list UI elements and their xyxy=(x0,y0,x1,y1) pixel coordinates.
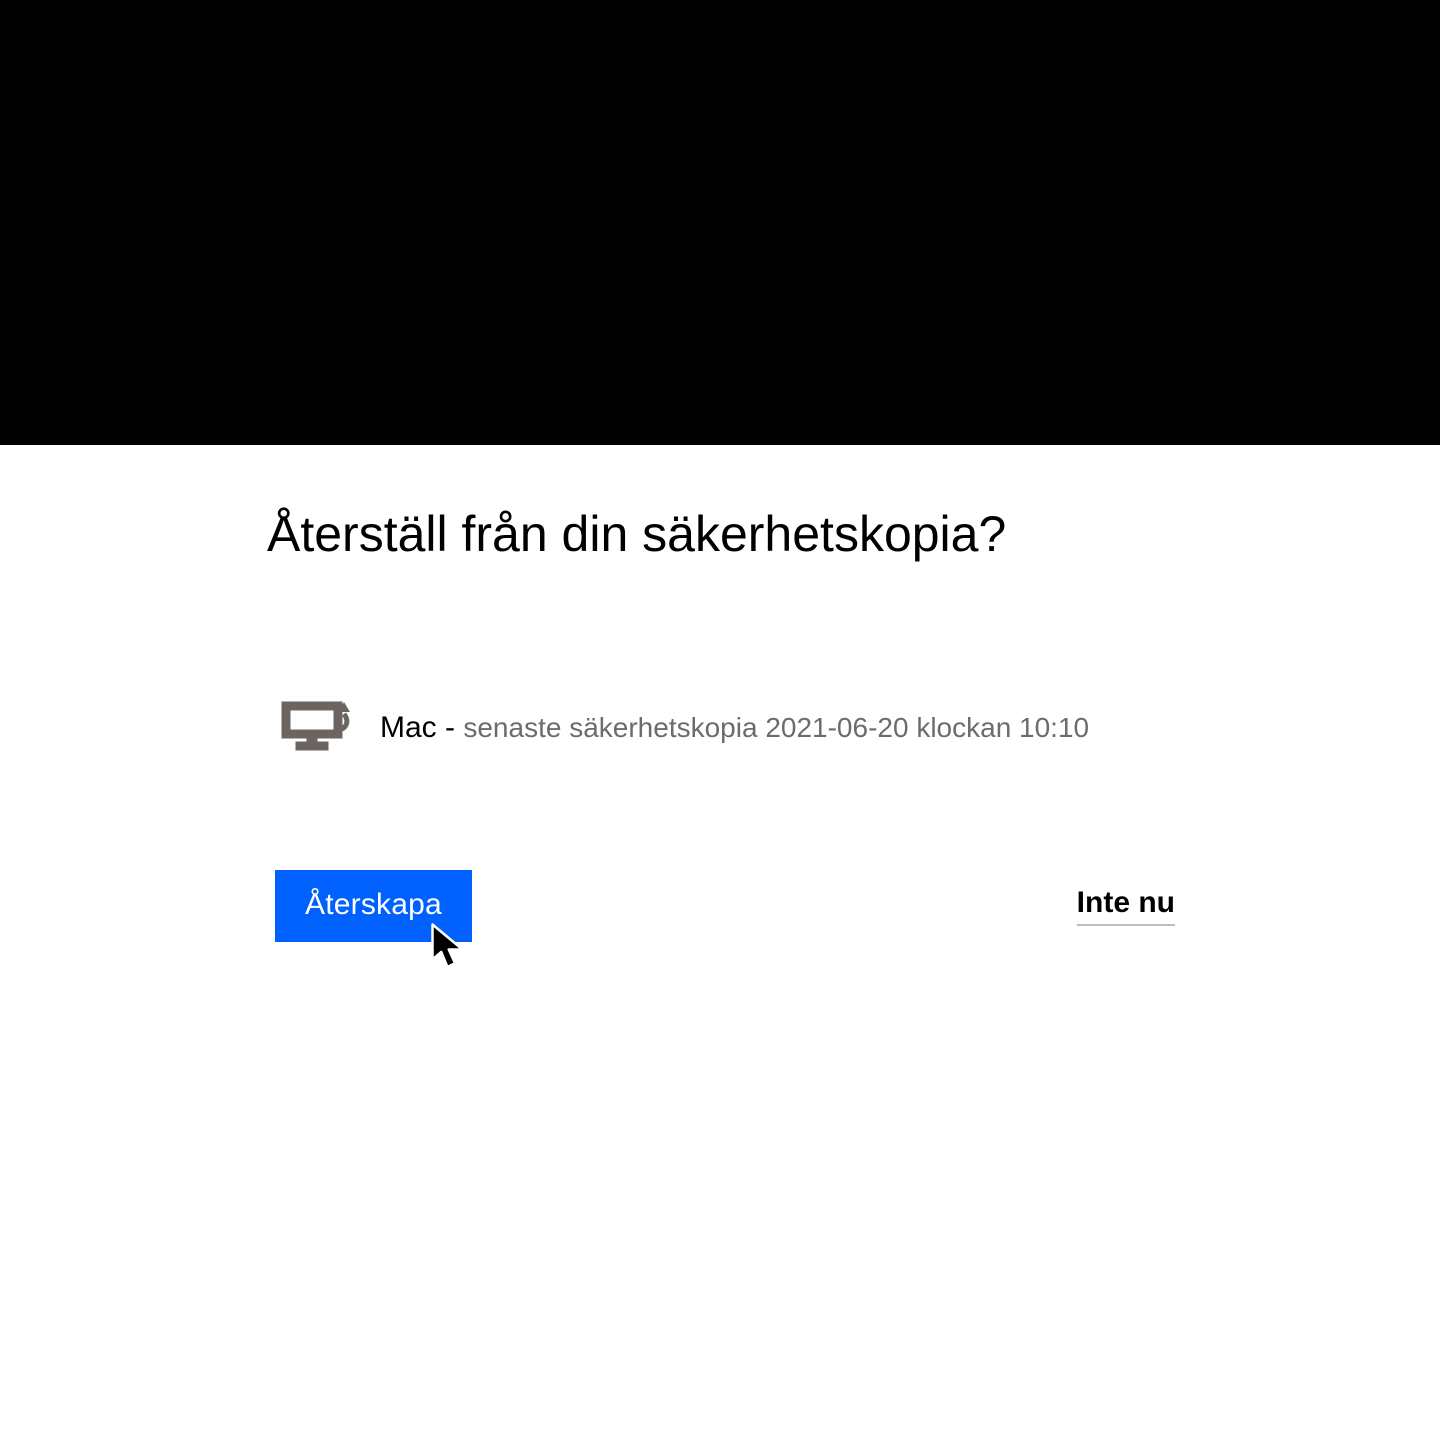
backup-timestamp: senaste säkerhetskopia 2021-06-20 klocka… xyxy=(463,712,1089,743)
backup-row: Mac - senaste säkerhetskopia 2021-06-20 … xyxy=(280,700,1089,755)
restore-button[interactable]: Återskapa xyxy=(275,870,472,942)
backup-text: Mac - senaste säkerhetskopia 2021-06-20 … xyxy=(380,711,1089,745)
monitor-upload-icon xyxy=(280,700,350,755)
dialog-title: Återställ från din säkerhetskopia? xyxy=(267,505,1006,563)
dialog-actions: Återskapa Inte nu xyxy=(275,870,1175,942)
backup-separator: - xyxy=(437,711,464,744)
backup-device-name: Mac xyxy=(380,711,437,744)
not-now-link[interactable]: Inte nu xyxy=(1077,886,1175,926)
top-black-region xyxy=(0,0,1440,445)
